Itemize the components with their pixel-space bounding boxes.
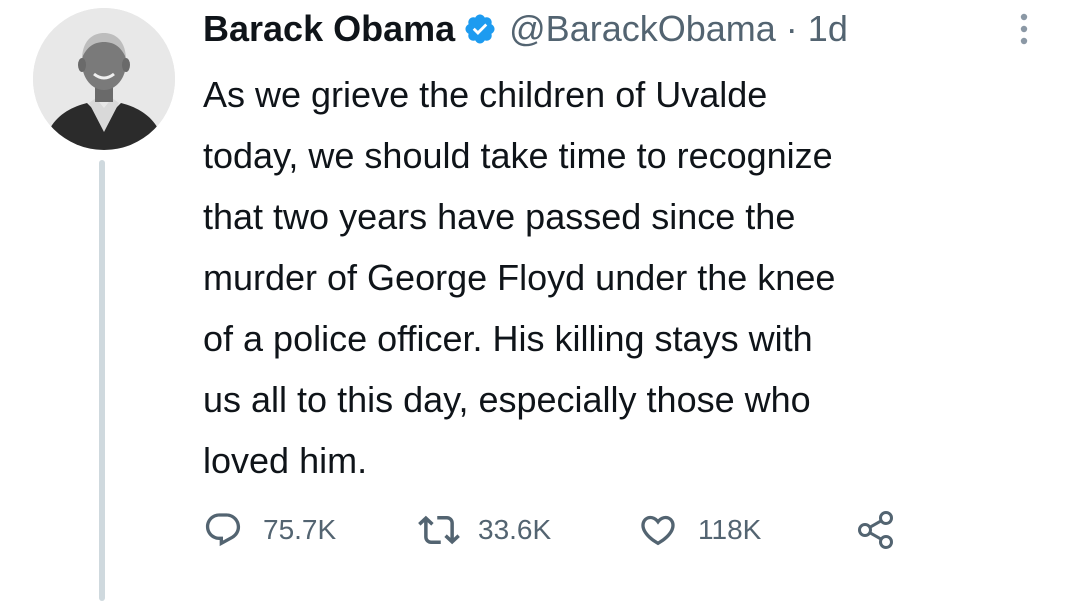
retweet-button[interactable]: 33.6K [418,506,551,554]
avatar[interactable] [33,8,175,150]
heart-icon [638,510,678,550]
avatar-photo [33,8,175,150]
author-name[interactable]: Barack Obama [203,8,455,50]
like-count: 118K [698,514,762,545]
more-vertical-icon[interactable] [1016,10,1032,48]
tweet-timestamp[interactable]: 1d [808,8,848,50]
reply-bubble-icon [203,510,243,550]
thread-line [99,160,105,601]
retweet-count: 33.6K [478,514,552,545]
verified-badge-icon [463,12,497,46]
share-button[interactable] [855,506,897,554]
tweet-header: Barack Obama @BarackObama · 1d [203,4,848,54]
retweet-arrows-icon [418,509,460,551]
tweet-text: As we grieve the children of Uvalde toda… [203,74,836,481]
like-button[interactable]: 118K [638,506,761,554]
reply-button[interactable]: 75.7K [203,506,336,554]
separator-dot: · [785,8,798,49]
share-icon [855,509,897,551]
reply-count: 75.7K [263,514,337,545]
author-handle[interactable]: @BarackObama [509,8,776,50]
tweet-actions: 75.7K 33.6K 118K [203,506,1033,554]
